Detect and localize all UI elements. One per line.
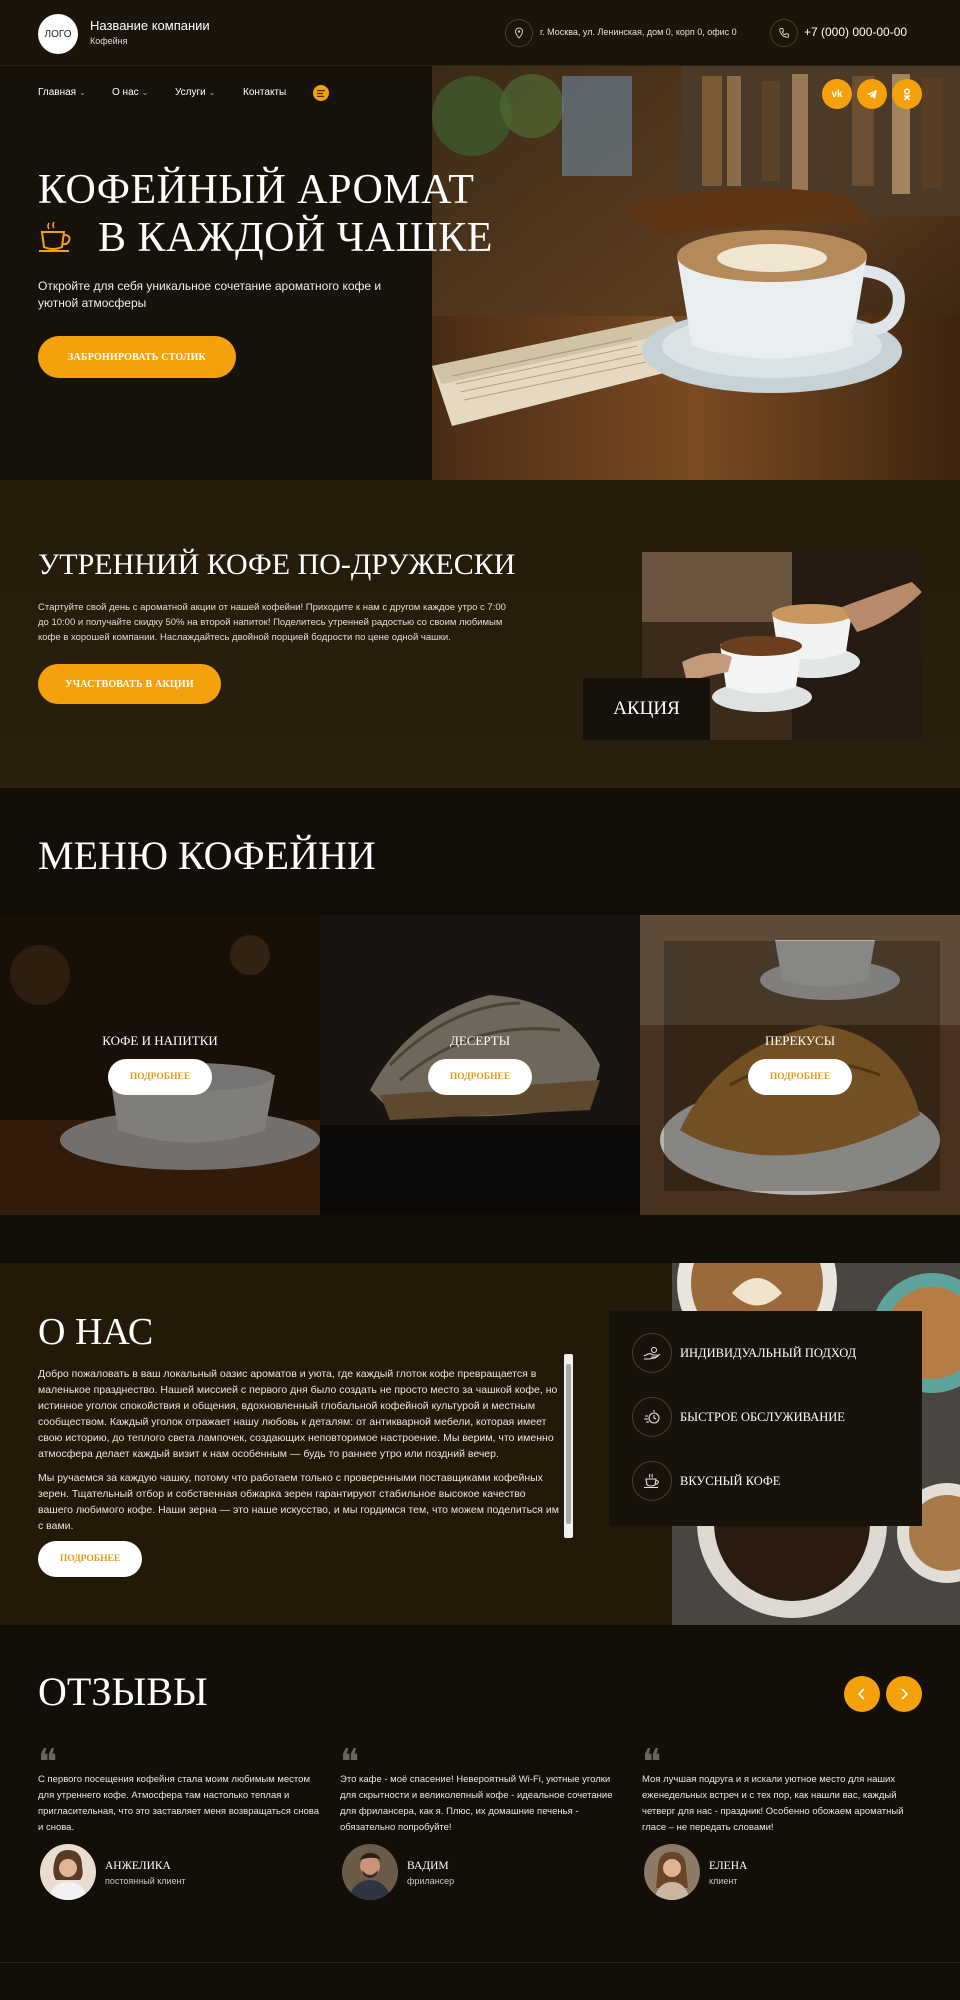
menu-details-button[interactable]: ПОДРОБНЕЕ bbox=[108, 1059, 212, 1095]
menu-card-snacks[interactable]: ПЕРЕКУСЫ ПОДРОБНЕЕ bbox=[640, 915, 960, 1215]
nav-item-contacts[interactable]: Контакты bbox=[243, 87, 286, 98]
menu-title: МЕНЮ КОФЕЙНИ bbox=[38, 833, 376, 878]
avatar bbox=[342, 1844, 398, 1900]
reviews-title: ОТЗЫВЫ bbox=[38, 1669, 208, 1714]
avatar bbox=[644, 1844, 700, 1900]
menu-card-label: КОФЕ И НАПИТКИ bbox=[102, 1033, 218, 1048]
about-title: О НАС bbox=[38, 1311, 154, 1353]
feature-label: ИНДИВИДУАЛЬНЫЙ ПОДХОД bbox=[680, 1346, 857, 1360]
promo-title: УТРЕННИЙ КОФЕ ПО-ДРУЖЕСКИ bbox=[38, 548, 516, 581]
hero-image bbox=[432, 66, 960, 480]
footer-divider bbox=[0, 1962, 960, 1963]
reviewer-role: фрилансер bbox=[407, 1876, 455, 1886]
prev-arrow-button[interactable] bbox=[844, 1676, 880, 1712]
menu-card-label: ПЕРЕКУСЫ bbox=[764, 1033, 836, 1048]
menu-details-button[interactable]: ПОДРОБНЕЕ bbox=[428, 1059, 532, 1095]
address: г. Москва, ул. Ленинская, дом 0, корп 0,… bbox=[540, 27, 737, 37]
hero-panel bbox=[0, 66, 432, 480]
telegram-icon[interactable] bbox=[857, 79, 887, 109]
about-scrollbar[interactable] bbox=[564, 1354, 573, 1538]
reviewer-role: постоянный клиент bbox=[105, 1876, 186, 1886]
phone-number[interactable]: +7 (000) 000-00-00 bbox=[804, 25, 907, 39]
vk-icon[interactable]: vk bbox=[822, 79, 852, 109]
review-text: Моя лучшая подруга и я искали уютное мес… bbox=[642, 1774, 904, 1833]
menu-card-drinks[interactable]: КОФЕ И НАПИТКИ ПОДРОБНЕЕ bbox=[0, 915, 320, 1215]
avatar bbox=[40, 1844, 96, 1900]
join-promo-button[interactable]: УЧАСТВОВАТЬ В АКЦИИ bbox=[38, 664, 221, 704]
menu-more-icon[interactable] bbox=[313, 85, 329, 101]
about-details-button[interactable]: ПОДРОБНЕЕ bbox=[38, 1541, 142, 1577]
logo[interactable]: ЛОГО bbox=[38, 14, 78, 54]
reviewer-name: ЕЛЕНА bbox=[709, 1860, 748, 1872]
scrollbar-thumb[interactable] bbox=[566, 1364, 571, 1524]
feature-label: ВКУСНЫЙ КОФЕ bbox=[680, 1474, 781, 1488]
menu-card-label: ДЕСЕРТЫ bbox=[449, 1033, 511, 1048]
feature-label: БЫСТРОЕ ОБСЛУЖИВАНИЕ bbox=[680, 1410, 845, 1424]
location-icon bbox=[505, 19, 533, 47]
phone-icon bbox=[770, 19, 798, 47]
menu-details-button[interactable]: ПОДРОБНЕЕ bbox=[748, 1059, 852, 1095]
features-box: ИНДИВИДУАЛЬНЫЙ ПОДХОД БЫСТРОЕ ОБСЛУЖИВАН… bbox=[609, 1311, 922, 1526]
book-table-button[interactable]: ЗАБРОНИРОВАТЬ СТОЛИК bbox=[38, 336, 236, 378]
promo-badge: АКЦИЯ bbox=[583, 678, 710, 740]
company-name: Название компании bbox=[90, 18, 210, 33]
fast-icon bbox=[632, 1397, 672, 1437]
menu-card-desserts[interactable]: ДЕСЕРТЫ ПОДРОБНЕЕ bbox=[320, 915, 640, 1215]
about-text: Добро пожаловать в ваш локальный оазис а… bbox=[38, 1368, 559, 1532]
promo-text: Стартуйте свой день с ароматной акции от… bbox=[38, 602, 506, 643]
chevron-down-icon: ⌄ bbox=[79, 88, 86, 97]
hero-title: КОФЕЙНЫЙ АРОМАТ В КАЖДОЙ ЧАШКЕ bbox=[38, 167, 493, 261]
next-arrow-button[interactable] bbox=[886, 1676, 922, 1712]
hand-icon bbox=[632, 1333, 672, 1373]
cup-icon bbox=[632, 1461, 672, 1501]
top-bar: ЛОГО Название компании Кофейня г. Москва… bbox=[0, 0, 960, 66]
nav-item-home[interactable]: Главная ⌄ bbox=[38, 87, 86, 98]
hero-text: Откройте для себя уникальное сочетание а… bbox=[38, 279, 382, 310]
reviewer-role: клиент bbox=[709, 1876, 738, 1886]
coffee-cup-icon bbox=[39, 221, 71, 252]
chevron-down-icon: ⌄ bbox=[208, 88, 216, 97]
company-subtitle: Кофейня bbox=[90, 36, 128, 46]
chevron-down-icon: ⌄ bbox=[141, 88, 149, 97]
review-text: С первого посещения кофейня стала моим л… bbox=[38, 1774, 320, 1833]
nav-item-services[interactable]: Услуги ⌄ bbox=[175, 87, 215, 98]
reviewer-name: АНЖЕЛИКА bbox=[105, 1860, 171, 1872]
reviewer-name: ВАДИМ bbox=[407, 1860, 449, 1872]
nav-item-about[interactable]: О нас ⌄ bbox=[112, 87, 148, 98]
review-text: Это кафе - моё спасение! Невероятный Wi-… bbox=[340, 1774, 613, 1833]
odnoklassniki-icon[interactable] bbox=[892, 79, 922, 109]
